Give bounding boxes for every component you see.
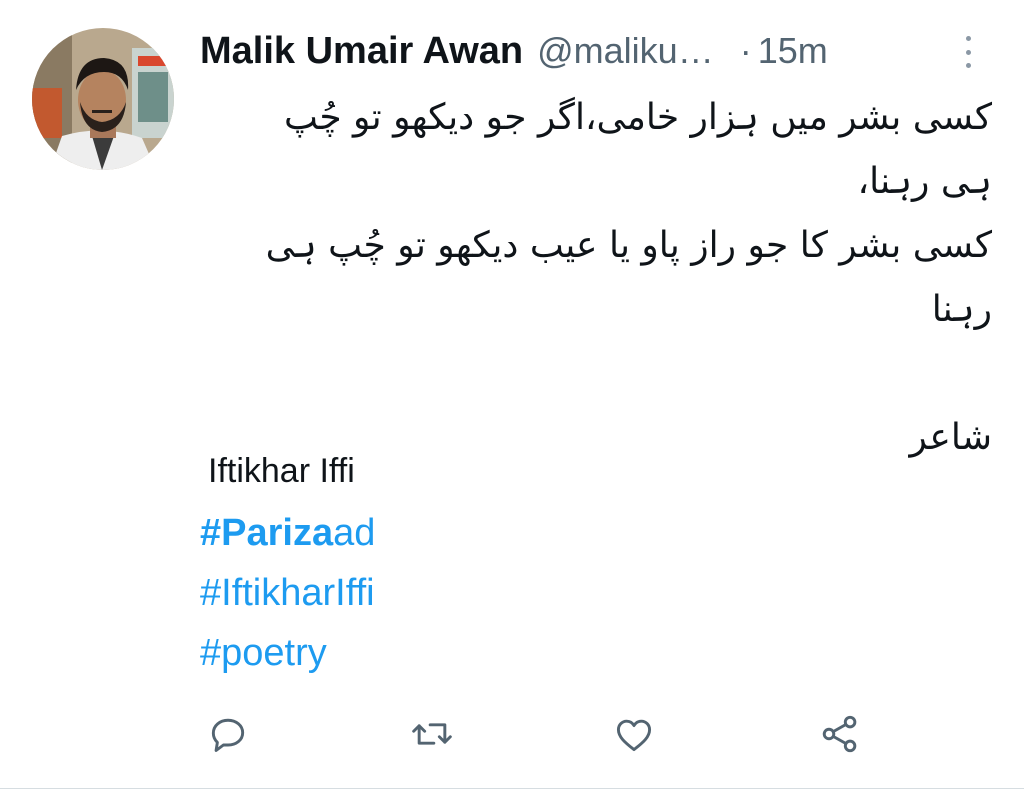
tweet-header: Malik Umair Awan @maliku… · 15m <box>200 26 1000 76</box>
hashtag-iftikhariffi[interactable]: #IftikharIffi <box>200 572 375 615</box>
retweet-button[interactable] <box>408 710 456 758</box>
hashtag-bold: #Pariza <box>200 512 334 554</box>
tweet-text: کسی بشر میں ہزار خامی،اگر جو دیکھو تو چُ… <box>200 86 992 470</box>
avatar-image <box>32 28 174 170</box>
tweet-line: کسی بشر میں ہزار خامی،اگر جو دیکھو تو چُ… <box>283 97 992 138</box>
retweet-icon <box>412 723 452 745</box>
divider <box>0 788 1024 789</box>
tweet[interactable]: Malik Umair Awan @maliku… · 15m کسی بشر … <box>0 0 1024 807</box>
poet-name: Iftikhar Iffi <box>208 452 355 490</box>
avatar[interactable] <box>32 28 174 170</box>
tweet-line: ہی رہنا، <box>857 161 992 202</box>
timestamp[interactable]: 15m <box>758 30 828 72</box>
separator-dot: · <box>739 30 752 71</box>
action-bar <box>0 710 1024 760</box>
tweet-line: کسی بشر کا جو راز پاو یا عیب دیکھو تو چُ… <box>265 225 992 266</box>
reply-icon <box>211 718 245 752</box>
author-name[interactable]: Malik Umair Awan <box>200 30 523 73</box>
reply-button[interactable] <box>204 710 252 758</box>
hashtag-rest: ad <box>333 512 376 554</box>
author-handle[interactable]: @maliku… <box>537 30 714 72</box>
heart-icon <box>616 719 652 752</box>
tweet-line: رہنا <box>931 289 992 330</box>
share-icon <box>822 715 857 753</box>
more-options-icon[interactable] <box>956 32 980 72</box>
share-button[interactable] <box>816 710 864 758</box>
hashtag-parizaad[interactable]: #Parizaad <box>200 512 375 555</box>
hashtag-poetry[interactable]: #poetry <box>200 632 327 675</box>
like-button[interactable] <box>610 710 658 758</box>
